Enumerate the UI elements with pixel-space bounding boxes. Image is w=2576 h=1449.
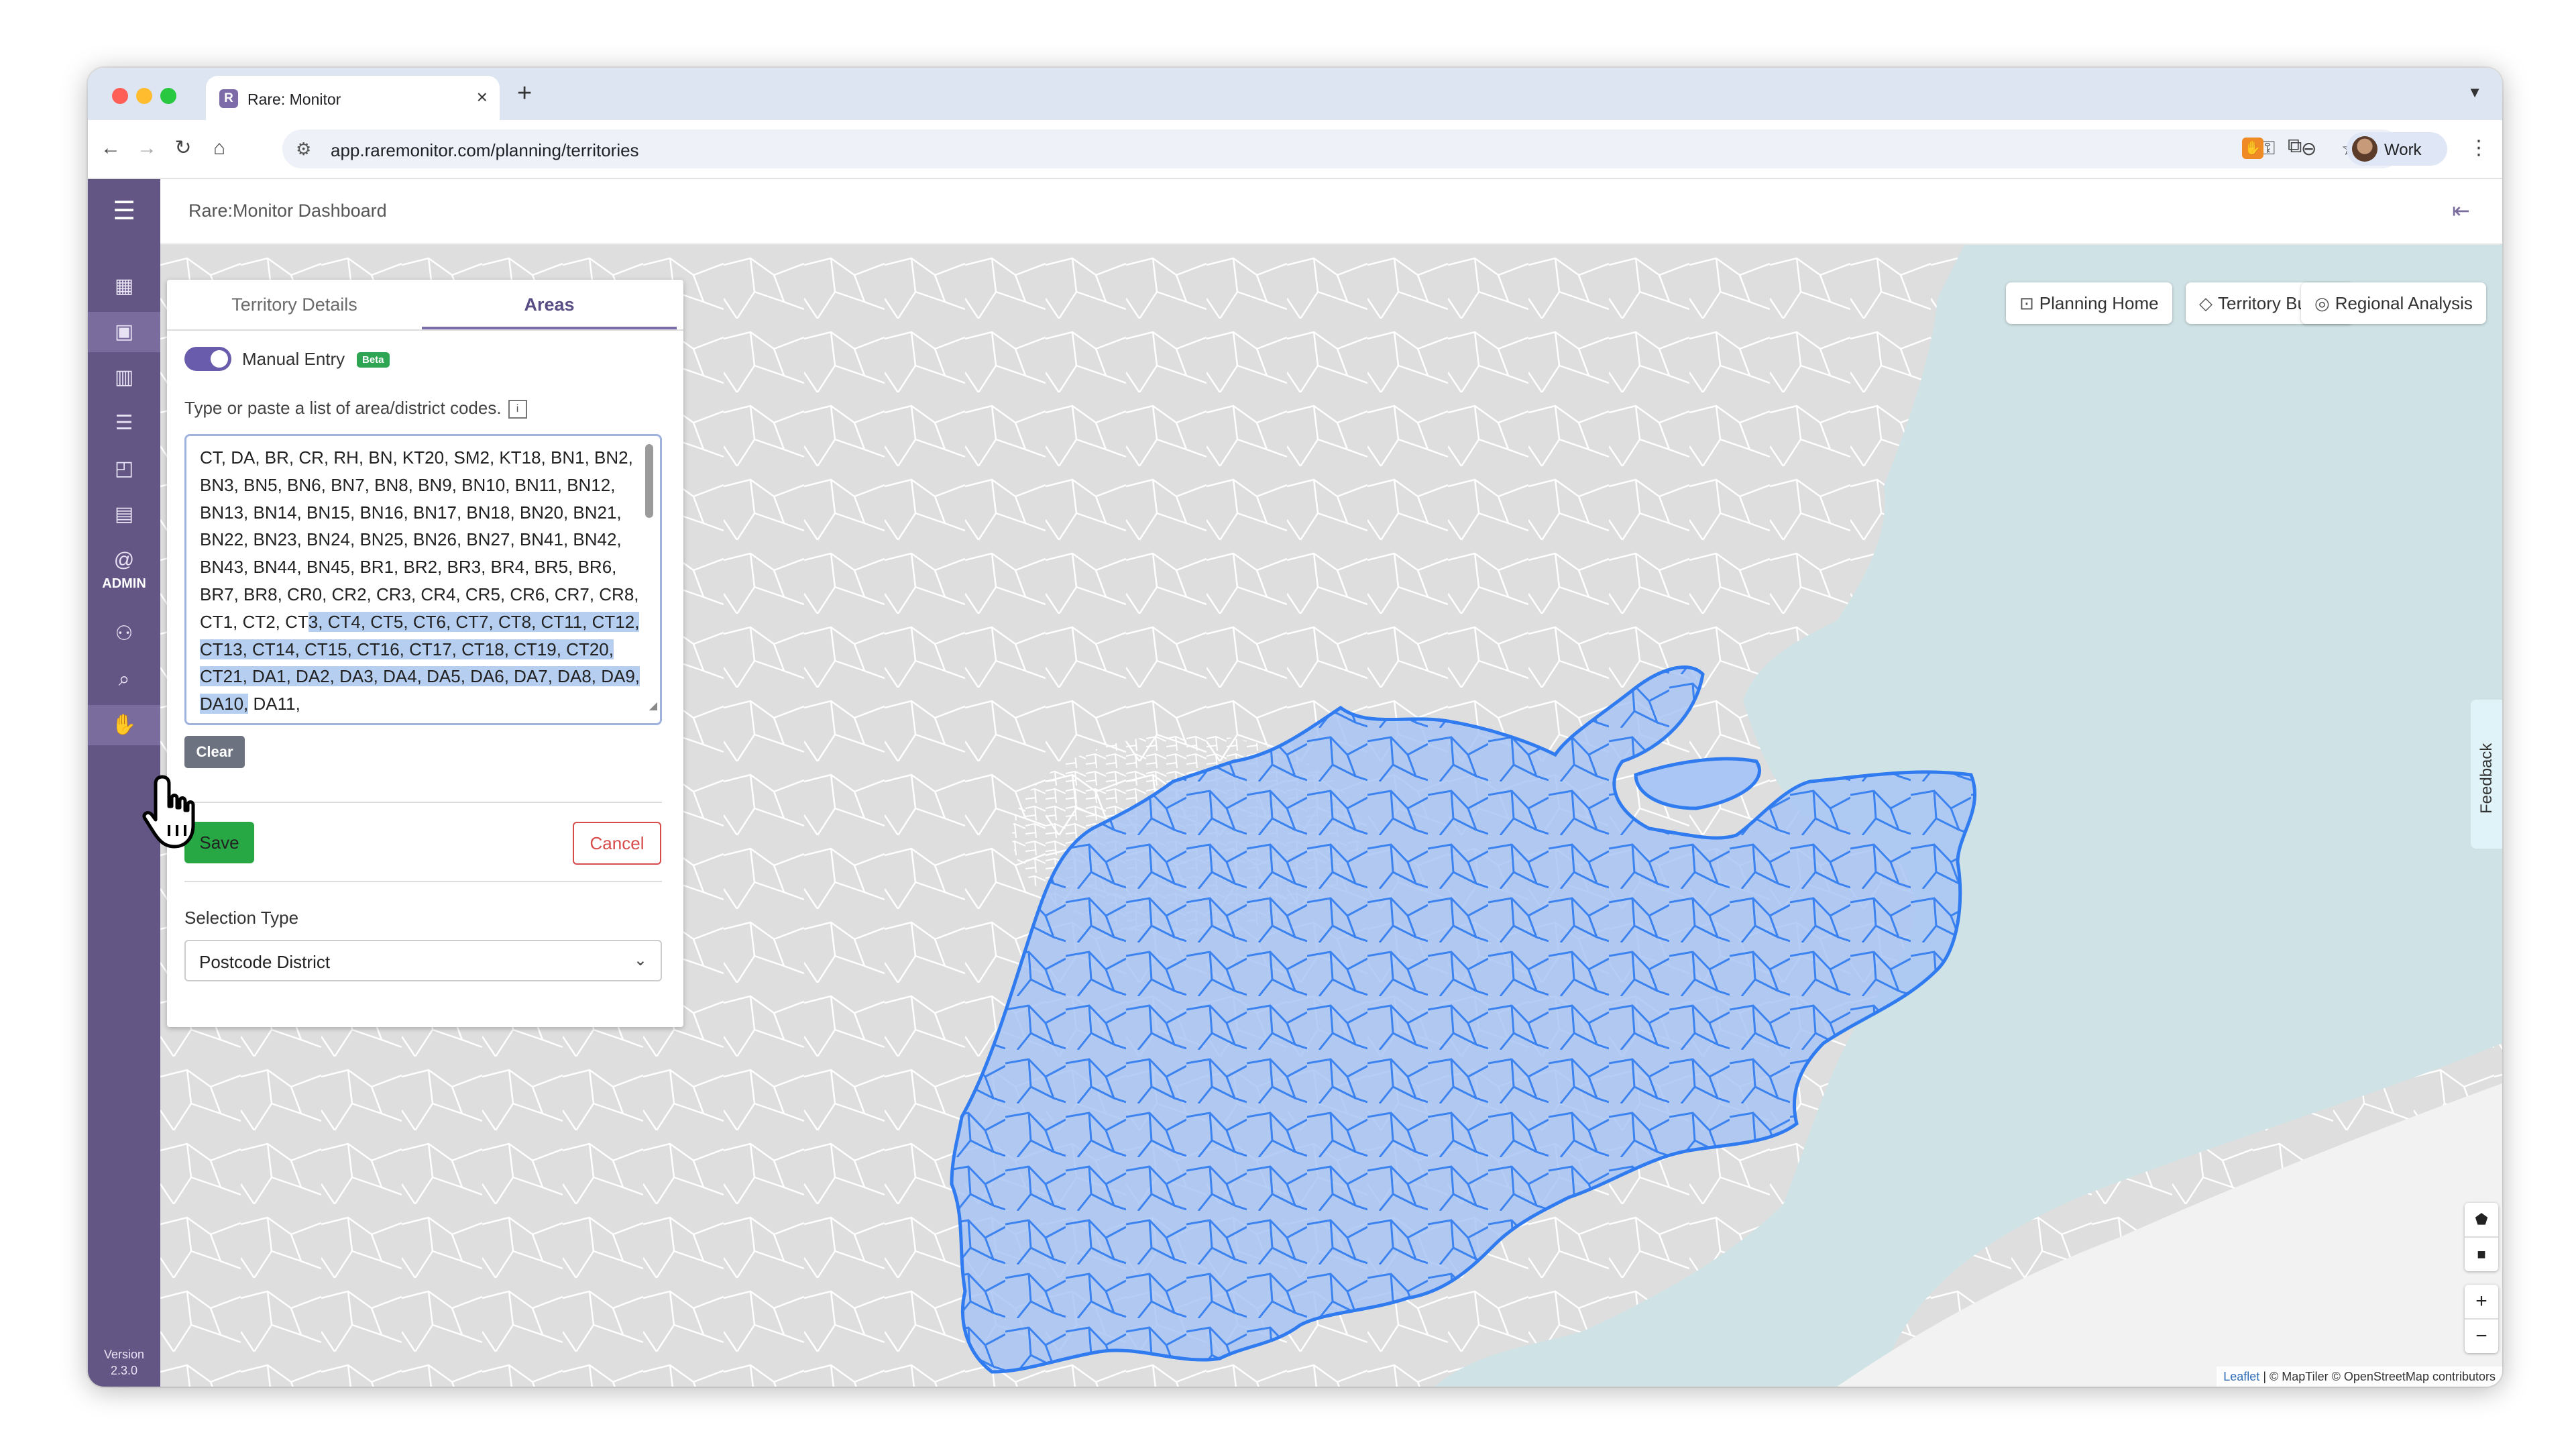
divider bbox=[184, 881, 662, 882]
profile-button[interactable]: Work bbox=[2347, 132, 2447, 166]
address-bar[interactable]: ⚙ app.raremonitor.com/planning/territori… bbox=[282, 129, 2402, 168]
hamburger-menu-icon[interactable]: ☰ bbox=[88, 179, 160, 244]
planning-home-label: Planning Home bbox=[2039, 293, 2159, 313]
back-icon[interactable]: ← bbox=[97, 135, 124, 162]
close-window-button[interactable] bbox=[112, 88, 128, 104]
close-tab-icon[interactable]: × bbox=[477, 88, 488, 107]
planning-home-button[interactable]: ⊡ Planning Home bbox=[2006, 282, 2172, 324]
manual-entry-label: Manual Entry bbox=[242, 349, 345, 369]
at-sign-icon[interactable]: @ bbox=[88, 540, 160, 580]
beta-badge: Beta bbox=[357, 352, 390, 368]
browser-window: R Rare: Monitor × + ▼ ← → ↻ ⌂ ⚙ app.rare… bbox=[88, 68, 2502, 1387]
bar-chart-icon[interactable]: ▥ bbox=[88, 358, 160, 398]
zoom-out-button[interactable]: − bbox=[2465, 1320, 2498, 1353]
browser-tab[interactable]: R Rare: Monitor × bbox=[206, 76, 500, 120]
browser-toolbar: ← → ↻ ⌂ ⚙ app.raremonitor.com/planning/t… bbox=[88, 120, 2502, 179]
home-icon[interactable]: ⌂ bbox=[206, 135, 233, 162]
tabs-divider bbox=[167, 329, 683, 331]
list-icon[interactable]: ☰ bbox=[88, 403, 160, 443]
info-icon[interactable]: i bbox=[508, 400, 527, 419]
map-search-icon: ⊡ bbox=[2019, 293, 2034, 313]
selection-type-label: Selection Type bbox=[184, 908, 299, 928]
avatar bbox=[2352, 136, 2377, 162]
divider bbox=[184, 802, 662, 803]
attribution-text: | © MapTiler © OpenStreetMap contributor… bbox=[2263, 1370, 2496, 1383]
version-label: Version bbox=[103, 1348, 145, 1361]
map-attribution: Leaflet | © MapTiler © OpenStreetMap con… bbox=[2217, 1366, 2502, 1387]
helper-text: Type or paste a list of area/district co… bbox=[184, 398, 527, 419]
territory-icon[interactable]: ▣ bbox=[88, 312, 160, 352]
feedback-label: Feedback bbox=[2477, 743, 2496, 814]
regional-analysis-button[interactable]: ◎ Regional Analysis bbox=[2301, 282, 2486, 324]
codes-text: CT, DA, BR, CR, RH, BN, KT20, SM2, KT18,… bbox=[200, 447, 639, 632]
cancel-button[interactable]: Cancel bbox=[573, 822, 661, 865]
chevron-down-icon[interactable]: ▼ bbox=[2467, 84, 2482, 101]
manual-entry-toggle[interactable] bbox=[184, 347, 231, 371]
extensions-icon[interactable]: ⧉ bbox=[2288, 135, 2302, 158]
draw-rectangle-icon[interactable]: ■ bbox=[2465, 1238, 2498, 1271]
book-icon[interactable]: ▤ bbox=[88, 494, 160, 535]
textarea-scrollbar[interactable] bbox=[645, 444, 653, 518]
maximize-window-button[interactable] bbox=[160, 88, 176, 104]
tab-areas[interactable]: Areas bbox=[422, 280, 677, 329]
users-icon[interactable]: ⚇ bbox=[88, 614, 160, 654]
forward-icon[interactable]: → bbox=[133, 135, 160, 162]
extension-hand-icon[interactable]: ✋ bbox=[2242, 138, 2263, 159]
sidebar-admin-label: ADMIN bbox=[102, 576, 146, 591]
new-tab-button[interactable]: + bbox=[517, 80, 532, 107]
feedback-tab[interactable]: Feedback bbox=[2471, 700, 2502, 849]
regional-analysis-label: Regional Analysis bbox=[2335, 293, 2473, 313]
clear-button[interactable]: Clear bbox=[184, 736, 245, 768]
resize-handle-icon[interactable]: ◢ bbox=[649, 693, 657, 720]
zoom-controls: + − bbox=[2465, 1285, 2498, 1353]
version-info: Version 2.3.0 bbox=[88, 1346, 160, 1379]
page-title: Rare:Monitor Dashboard bbox=[188, 201, 387, 221]
codes-text-after: DA11, bbox=[248, 694, 300, 714]
zoom-in-button[interactable]: + bbox=[2465, 1285, 2498, 1318]
area-codes-textarea[interactable]: CT, DA, BR, CR, RH, BN, KT20, SM2, KT18,… bbox=[184, 434, 662, 725]
globe-icon: ◎ bbox=[2314, 293, 2330, 313]
search-icon[interactable]: ⌕ bbox=[88, 659, 160, 700]
draw-polygon-icon[interactable]: ⬟ bbox=[2465, 1203, 2498, 1236]
helper-text-label: Type or paste a list of area/district co… bbox=[184, 398, 502, 418]
toggle-knob bbox=[211, 350, 228, 368]
tab-strip: R Rare: Monitor × + ▼ bbox=[88, 68, 2502, 120]
dashboard-icon[interactable]: ▦ bbox=[88, 266, 160, 307]
profile-label: Work bbox=[2384, 141, 2422, 159]
handshake-icon[interactable]: ✋ bbox=[88, 705, 160, 745]
minimize-window-button[interactable] bbox=[136, 88, 152, 104]
tab-territory-details[interactable]: Territory Details bbox=[167, 280, 422, 329]
tab-title: Rare: Monitor bbox=[247, 91, 341, 108]
hand-cursor-icon bbox=[142, 775, 195, 849]
selection-type-select[interactable]: Postcode District ⌄ bbox=[184, 940, 662, 981]
version-number: 2.3.0 bbox=[110, 1364, 138, 1377]
zoom-icon[interactable]: ⊖ bbox=[2301, 138, 2316, 160]
report-icon[interactable]: ◰ bbox=[88, 449, 160, 489]
draw-controls: ⬟ ■ bbox=[2465, 1203, 2498, 1271]
territory-panel: Territory Details Areas Manual Entry Bet… bbox=[167, 280, 683, 1027]
selection-type-value: Postcode District bbox=[199, 952, 331, 972]
favicon-icon: R bbox=[219, 89, 238, 108]
chevron-down-icon: ⌄ bbox=[633, 951, 647, 969]
reload-icon[interactable]: ↻ bbox=[170, 135, 197, 162]
app: ☰ ▦ ▣ ▥ ☰ ◰ ▤ @ ADMIN ⚇ ⌕ ✋ Version 2.3.… bbox=[88, 179, 2502, 1387]
site-settings-icon[interactable]: ⚙ bbox=[296, 139, 311, 160]
map[interactable]: ⊡ Planning Home ◇ Territory Builder ◎ Regio… bbox=[160, 245, 2502, 1387]
app-header: Rare:Monitor Dashboard ⇤ bbox=[160, 179, 2502, 245]
leaflet-link[interactable]: Leaflet bbox=[2223, 1370, 2259, 1383]
logout-icon[interactable]: ⇤ bbox=[2452, 198, 2470, 223]
url-text: app.raremonitor.com/planning/territories bbox=[331, 140, 639, 160]
browser-menu-icon[interactable]: ⋮ bbox=[2469, 136, 2489, 160]
tag-icon: ◇ bbox=[2199, 293, 2213, 313]
